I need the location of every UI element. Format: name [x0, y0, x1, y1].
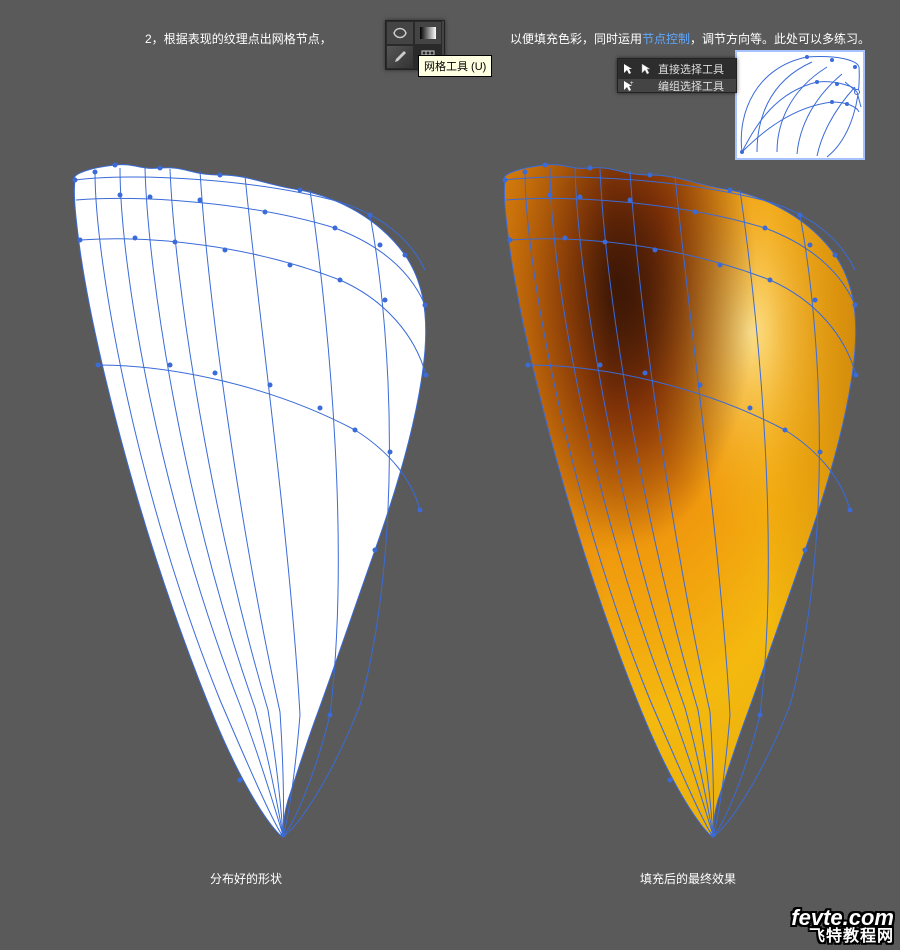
direct-selection-icon [622, 63, 634, 75]
caption-left: 分布好的形状 [210, 870, 282, 887]
group-selection-icon: + [622, 80, 634, 92]
watermark: fevte.com 飞特教程网 [791, 906, 894, 946]
instruction-right: 以便填充色彩，同时运用节点控制，调节方向等。此处可以多练习。 [510, 30, 870, 47]
eyedropper-tool-icon[interactable] [386, 45, 414, 69]
group-selection-label: 编组选择工具 [658, 79, 724, 92]
node-control-link[interactable]: 节点控制 [642, 32, 690, 46]
svg-text:+: + [630, 81, 634, 87]
instruction-left-text: 根据表现的纹理点出网格节点， [164, 32, 332, 46]
instruction-right-b: ，调节方向等。此处可以多练习。 [690, 32, 870, 46]
petal-wireframe [40, 140, 430, 840]
watermark-url: fevte.com [791, 906, 894, 929]
selection-flyout-panel: 直接选择工具 + 编组选择工具 [617, 58, 737, 93]
step-number: 2， [145, 32, 164, 46]
caption-right: 填充后的最终效果 [640, 870, 736, 887]
petal-stage [0, 140, 900, 880]
direct-selection-label: 直接选择工具 [658, 61, 724, 77]
mesh-tool-tooltip: 网格工具 (U) [418, 55, 492, 77]
mesh-thumbnail [735, 50, 865, 160]
instruction-left: 2，根据表现的纹理点出网格节点， [145, 30, 332, 47]
white-arrow-icon [640, 63, 652, 75]
group-selection-tool-row[interactable]: + 编组选择工具 [618, 79, 736, 92]
instruction-right-a: 以便填充色彩，同时运用 [510, 32, 642, 46]
petal-colored [470, 140, 860, 840]
watermark-site: 飞特教程网 [791, 929, 894, 946]
direct-selection-tool-row[interactable]: 直接选择工具 [618, 59, 736, 79]
gradient-tool-icon[interactable] [414, 21, 442, 45]
warp-tool-icon[interactable] [386, 21, 414, 45]
